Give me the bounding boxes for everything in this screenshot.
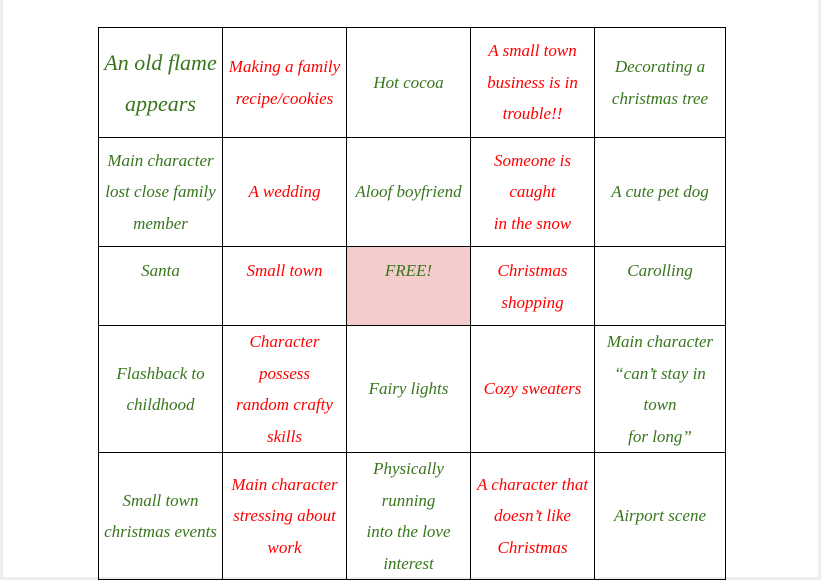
bingo-cell[interactable]: Santa [98, 246, 223, 326]
bingo-cell[interactable]: Fairy lights [346, 325, 471, 453]
bingo-cell[interactable]: Physically running into the love interes… [346, 452, 471, 580]
bingo-cell[interactable]: Main character stressing about work [222, 452, 347, 580]
bingo-cell[interactable]: Main character “can’t stay in town for l… [594, 325, 726, 453]
bingo-cell[interactable]: Carolling [594, 246, 726, 326]
bingo-cell[interactable]: Hot cocoa [346, 27, 471, 138]
bingo-cell[interactable]: A cute pet dog [594, 137, 726, 247]
bingo-cell[interactable]: Main character lost close family member [98, 137, 223, 247]
free-cell[interactable]: FREE! [346, 246, 471, 326]
document-page: An old flame appears Making a family rec… [3, 0, 818, 580]
bingo-row: Flashback to childhood Character possess… [98, 325, 726, 453]
bingo-row: An old flame appears Making a family rec… [98, 27, 726, 138]
bingo-cell[interactable]: Aloof boyfriend [346, 137, 471, 247]
bingo-row: Main character lost close family member … [98, 137, 726, 247]
bingo-cell[interactable]: Christmas shopping [470, 246, 595, 326]
bingo-row: Santa Small town FREE! Christmas shoppin… [98, 246, 726, 326]
bingo-cell[interactable]: Small town christmas events [98, 452, 223, 580]
bingo-cell[interactable]: Decorating a christmas tree [594, 27, 726, 138]
bingo-cell[interactable]: Small town [222, 246, 347, 326]
bingo-card: An old flame appears Making a family rec… [98, 27, 726, 580]
bingo-cell[interactable]: Someone is caught in the snow [470, 137, 595, 247]
bingo-cell[interactable]: An old flame appears [98, 27, 223, 138]
bingo-cell[interactable]: Making a family recipe/cookies [222, 27, 347, 138]
bingo-row: Small town christmas events Main charact… [98, 452, 726, 580]
bingo-cell[interactable]: Airport scene [594, 452, 726, 580]
bingo-cell[interactable]: Cozy sweaters [470, 325, 595, 453]
bingo-cell[interactable]: A small town business is in trouble!! [470, 27, 595, 138]
bingo-cell[interactable]: Character possess random crafty skills [222, 325, 347, 453]
bingo-cell[interactable]: A wedding [222, 137, 347, 247]
bingo-cell[interactable]: Flashback to childhood [98, 325, 223, 453]
bingo-cell[interactable]: A character that doesn’t like Christmas [470, 452, 595, 580]
